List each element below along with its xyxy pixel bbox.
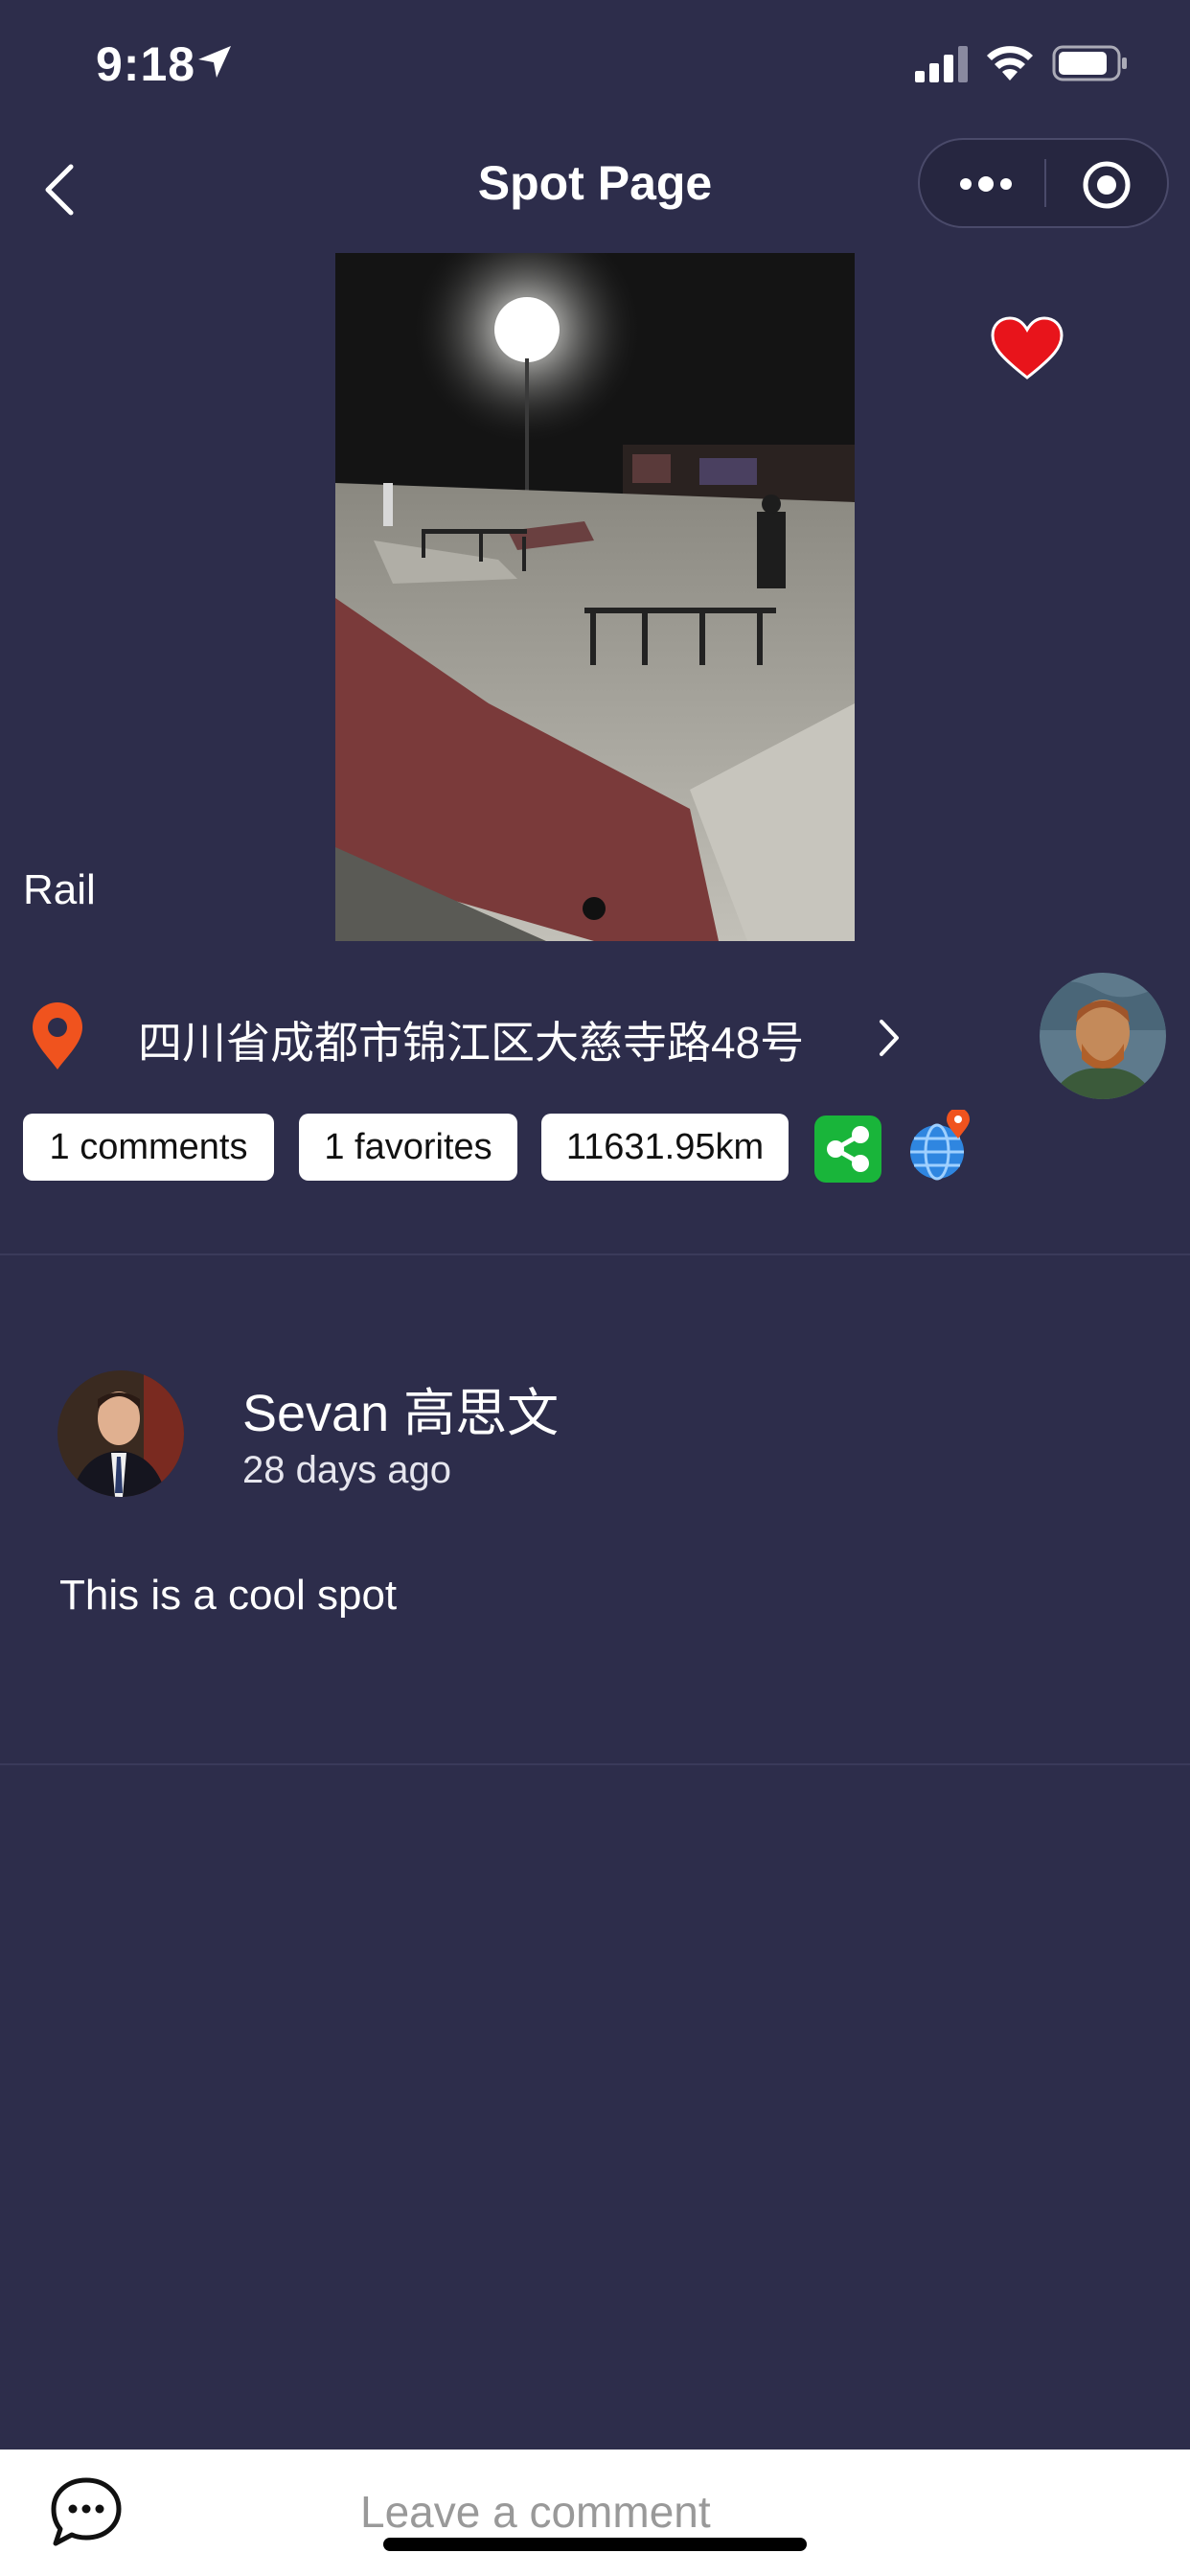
wifi-icon: [987, 46, 1033, 80]
spot-address[interactable]: 四川省成都市锦江区大慈寺路48号: [138, 1008, 804, 1071]
comments-count-chip[interactable]: 1 comments: [23, 1114, 274, 1181]
spot-type-label: Rail: [23, 866, 96, 913]
commenter-avatar[interactable]: [57, 1370, 184, 1497]
battery-icon: [1052, 45, 1127, 81]
share-button[interactable]: [814, 1116, 881, 1183]
location-arrow-icon: [198, 46, 231, 78]
home-indicator: [383, 2538, 807, 2551]
spot-owner-avatar[interactable]: [1040, 973, 1166, 1099]
more-dots-icon[interactable]: [956, 165, 1016, 203]
commenter-name[interactable]: Sevan 高思文: [242, 1370, 559, 1446]
section-divider: [0, 1254, 1190, 1255]
chevron-right-icon[interactable]: [876, 1018, 903, 1058]
section-divider: [0, 1763, 1190, 1765]
share-icon: [827, 1126, 869, 1172]
location-pin-icon: [33, 1002, 82, 1070]
comment-text: This is a cool spot: [59, 1572, 398, 1619]
spot-photo[interactable]: [335, 253, 855, 941]
status-time: 9:18: [96, 37, 196, 91]
comment-timestamp: 28 days ago: [242, 1449, 451, 1491]
cellular-signal-icon: [915, 46, 968, 82]
map-globe-icon[interactable]: [908, 1110, 972, 1183]
carousel-indicator-dot: [583, 897, 606, 920]
favorites-count-chip[interactable]: 1 favorites: [299, 1114, 517, 1181]
favorite-heart-icon[interactable]: [991, 316, 1064, 381]
distance-chip: 11631.95km: [541, 1114, 789, 1181]
chat-bubble-icon[interactable]: [48, 2476, 125, 2547]
close-target-icon[interactable]: [1081, 159, 1133, 211]
comment-input[interactable]: Leave a comment: [360, 2486, 711, 2538]
capsule-divider: [1044, 159, 1046, 207]
